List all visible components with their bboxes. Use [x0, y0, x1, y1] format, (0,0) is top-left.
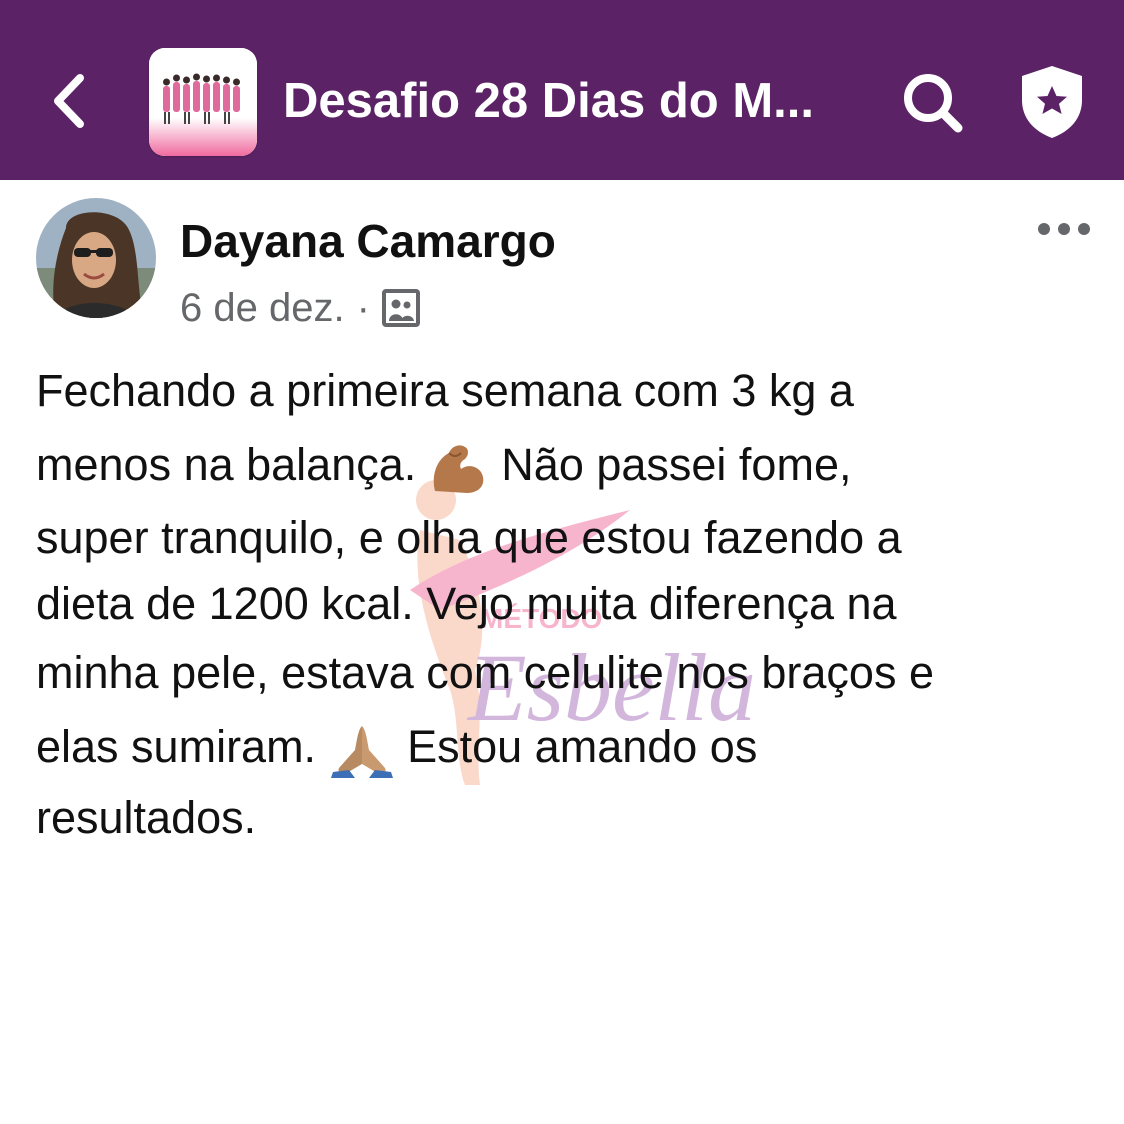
author-avatar[interactable] — [36, 198, 156, 318]
post-date[interactable]: 6 de dez. — [180, 286, 345, 331]
back-button[interactable] — [40, 66, 100, 136]
meta-separator: · — [356, 285, 370, 330]
search-button[interactable] — [898, 68, 968, 138]
search-icon — [904, 74, 963, 133]
post-text-segment: elas sumiram. — [36, 721, 317, 772]
author-name[interactable]: Dayana Camargo — [180, 214, 556, 268]
post-text-segment: Estou amando os — [407, 721, 758, 772]
post-line: minha pele, estava com celulite nos braç… — [36, 647, 934, 698]
group-header-bar: Desafio 28 Dias do M... — [0, 0, 1124, 180]
post-line: resultados. — [36, 792, 257, 843]
folded-hands-emoji — [330, 726, 393, 779]
group-title[interactable]: Desafio 28 Dias do M... — [283, 70, 843, 132]
shield-star-icon — [1022, 66, 1082, 138]
group-cover-thumbnail[interactable] — [149, 48, 257, 156]
group-audience-icon — [381, 289, 420, 327]
post-line: elas sumiram. Estou amando os — [36, 709, 1096, 785]
post-line: dieta de 1200 kcal. Vejo muita diferença… — [36, 578, 897, 629]
post-options-button[interactable] — [1034, 214, 1094, 244]
flexed-biceps-emoji — [433, 445, 484, 494]
post-text-segment: menos na balança. — [36, 439, 417, 490]
chevron-left-icon — [54, 74, 84, 128]
post-text-segment: Não passei fome, — [501, 439, 852, 490]
more-dots-icon — [1038, 223, 1090, 235]
post-meta: 6 de dez. · — [180, 284, 420, 332]
post-line: menos na balança. Não passei fome, — [36, 425, 1096, 505]
post-line: super tranquilo, e olha que estou fazend… — [36, 512, 902, 563]
group-admin-button[interactable] — [1016, 62, 1088, 140]
post-line: Fechando a primeira semana com 3 kg a — [36, 365, 854, 416]
post-body: Fechando a primeira semana com 3 kg a me… — [36, 356, 1096, 851]
avatar-photo — [36, 198, 156, 318]
group-cover-image — [149, 48, 257, 156]
